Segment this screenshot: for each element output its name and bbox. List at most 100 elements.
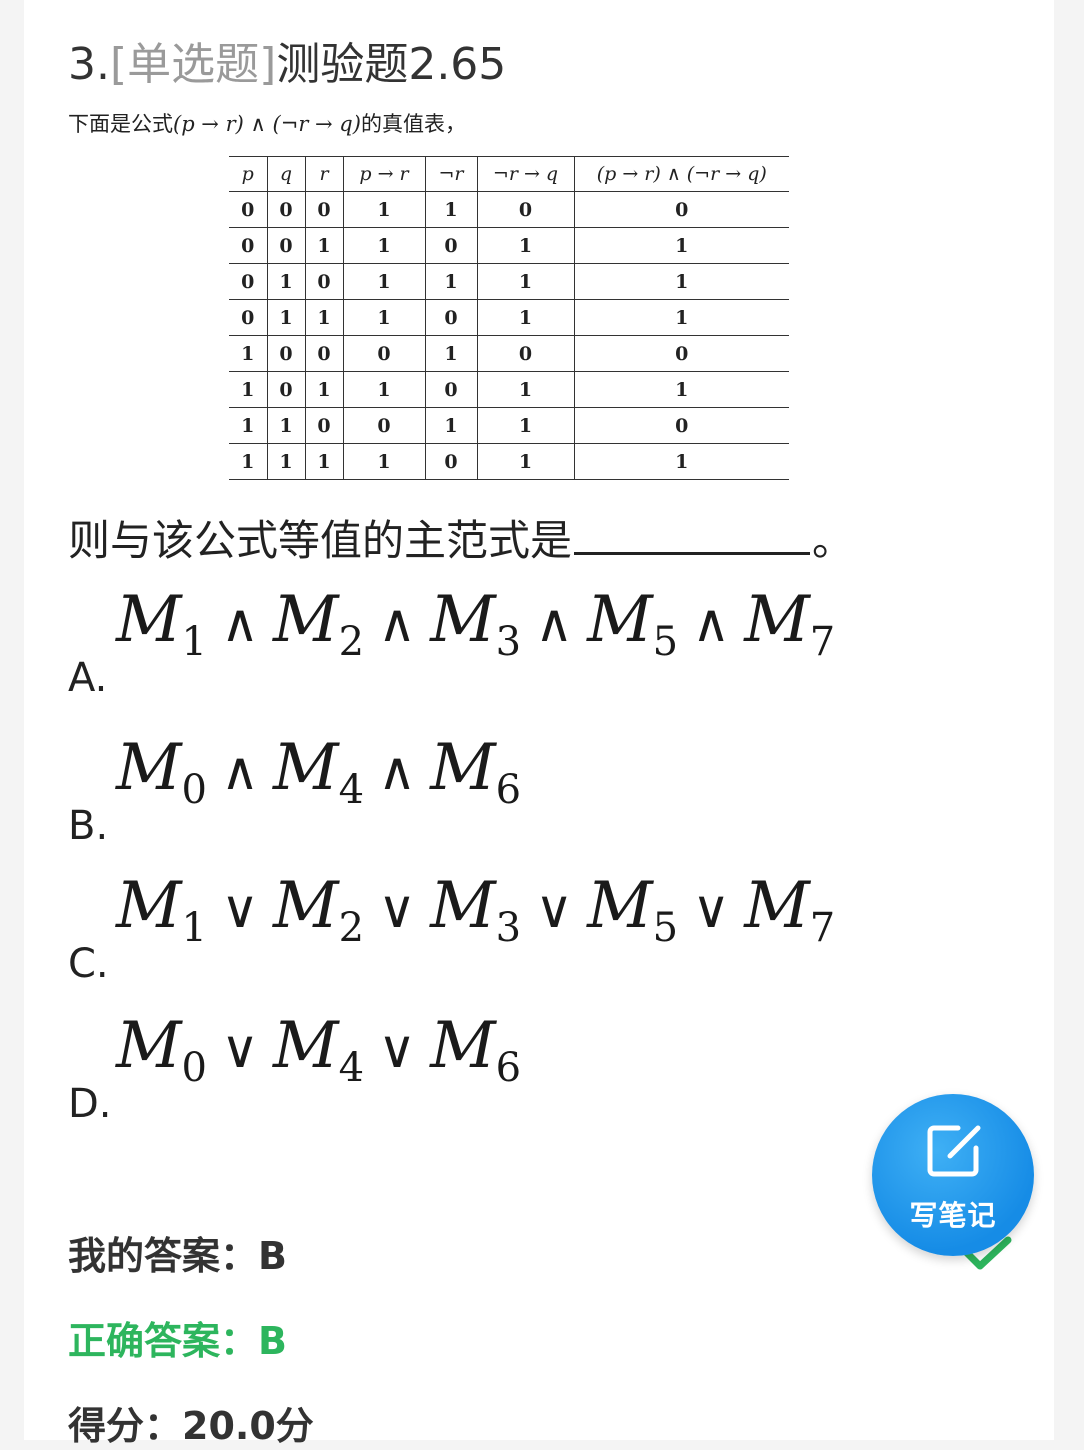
maxterm-index: 2	[338, 905, 365, 951]
maxterm: M3	[430, 583, 521, 665]
maxterm: M6	[430, 1009, 521, 1091]
truth-table-header-cell: r	[304, 156, 343, 192]
option-letter: B.	[68, 803, 109, 849]
maxterm-symbol: M	[273, 869, 339, 943]
table-cell: 1	[304, 371, 343, 408]
table-cell: 1	[229, 443, 267, 480]
table-cell: 1	[424, 263, 477, 300]
option-formula: M0 ∨ M4 ∨ M6	[116, 1006, 521, 1108]
truth-table-header-cell: p	[229, 156, 267, 192]
option-b[interactable]: M0 ∧ M4 ∧ M6 B.	[68, 728, 968, 848]
maxterm-symbol: M	[116, 1009, 182, 1083]
table-cell: 1	[229, 335, 267, 372]
option-letter: A.	[68, 655, 108, 701]
table-cell: 1	[424, 335, 477, 372]
maxterm: M4	[273, 1009, 364, 1091]
option-d[interactable]: M0 ∨ M4 ∨ M6 D.	[68, 1006, 968, 1126]
maxterm: M0	[116, 731, 207, 813]
prompt-end: 。	[812, 516, 855, 565]
write-note-button[interactable]: 写笔记	[872, 1094, 1034, 1256]
operator-symbol: ∧	[378, 742, 417, 802]
table-cell: 1	[304, 443, 343, 480]
my-answer-label: 我的答案：	[68, 1234, 259, 1278]
question-number: 3.	[68, 39, 110, 90]
maxterm-symbol: M	[430, 869, 496, 943]
my-answer-value: B	[258, 1234, 287, 1278]
table-cell: 0	[229, 227, 267, 264]
option-c[interactable]: M1 ∨ M2 ∨ M3 ∨ M5 ∨ M7 C.	[68, 866, 968, 986]
table-cell: 0	[266, 335, 305, 372]
table-cell: 0	[266, 371, 305, 408]
question-title: 3.[单选题]测验题2.65	[68, 38, 506, 92]
table-row: 0111011	[229, 299, 789, 336]
intro-suffix: 的真值表，	[360, 112, 466, 136]
operator-symbol: ∨	[378, 880, 417, 940]
operator-symbol: ∧	[220, 594, 260, 654]
score-label: 得分：	[68, 1404, 183, 1448]
table-cell: 1	[476, 371, 574, 408]
maxterm-symbol: M	[116, 583, 182, 657]
maxterm: M1	[116, 583, 207, 665]
table-cell: 1	[342, 443, 425, 480]
maxterm-index: 5	[652, 619, 679, 665]
maxterm-symbol: M	[116, 869, 182, 943]
table-cell: 0	[304, 335, 343, 372]
option-formula: M0 ∧ M4 ∧ M6	[116, 728, 521, 830]
table-cell: 1	[266, 263, 305, 300]
maxterm-index: 4	[338, 767, 365, 813]
truth-table-header: pqrp → r ¬r ¬r → q (p → r) ∧ (¬r → q)	[229, 156, 789, 192]
table-cell: 1	[304, 299, 343, 336]
maxterm-index: 1	[181, 905, 207, 951]
table-row: 0011011	[229, 227, 789, 264]
table-cell: 1	[573, 443, 789, 480]
table-cell: 1	[266, 407, 305, 444]
maxterm-index: 5	[652, 905, 679, 951]
table-cell: 0	[229, 263, 267, 300]
maxterm-index: 6	[495, 1045, 522, 1091]
table-cell: 0	[424, 227, 477, 264]
table-cell: 1	[342, 191, 425, 228]
maxterm-index: 1	[181, 619, 207, 665]
maxterm-symbol: M	[430, 731, 496, 805]
table-cell: 0	[229, 299, 267, 336]
table-cell: 1	[573, 371, 789, 408]
table-cell: 0	[342, 335, 425, 372]
table-cell: 0	[229, 191, 267, 228]
maxterm-symbol: M	[430, 1009, 496, 1083]
maxterm-index: 4	[338, 1045, 365, 1091]
table-cell: 1	[266, 299, 305, 336]
table-cell: 0	[476, 335, 574, 372]
option-a[interactable]: M1 ∧ M2 ∧ M3 ∧ M5 ∧ M7 A.	[68, 580, 968, 700]
maxterm-index: 7	[809, 905, 836, 951]
table-cell: 1	[476, 299, 574, 336]
table-cell: 0	[573, 407, 789, 444]
maxterm-index: 0	[181, 767, 207, 813]
maxterm-symbol: M	[273, 1009, 339, 1083]
table-row: 1100110	[229, 407, 789, 444]
truth-table-header-cell: p → r	[342, 156, 425, 192]
truth-table-header-cell: ¬r → q	[476, 156, 574, 192]
table-cell: 1	[573, 263, 789, 300]
maxterm-symbol: M	[273, 731, 339, 805]
maxterm: M2	[273, 583, 364, 665]
table-cell: 0	[266, 227, 305, 264]
question-title-text: 测验题2.65	[276, 39, 507, 90]
maxterm-index: 6	[495, 767, 522, 813]
edit-note-icon	[927, 1125, 981, 1177]
maxterm-symbol: M	[744, 869, 810, 943]
maxterm: M7	[744, 583, 835, 665]
maxterm: M5	[587, 583, 678, 665]
table-cell: 1	[476, 407, 574, 444]
table-cell: 1	[476, 263, 574, 300]
maxterm: M1	[116, 869, 207, 951]
truth-table: pqrp → r ¬r ¬r → q (p → r) ∧ (¬r → q) 00011…	[229, 156, 789, 480]
question-type-tag: [单选题]	[109, 39, 277, 90]
operator-symbol: ∧	[535, 594, 574, 654]
operator-symbol: ∨	[220, 880, 260, 940]
maxterm-index: 3	[495, 619, 522, 665]
option-formula: M1 ∨ M2 ∨ M3 ∨ M5 ∨ M7	[116, 866, 835, 968]
my-answer: 我的答案：B	[68, 1225, 287, 1280]
table-cell: 1	[229, 371, 267, 408]
intro-prefix: 下面是公式	[68, 112, 173, 136]
write-note-label: 写笔记	[909, 1199, 997, 1232]
